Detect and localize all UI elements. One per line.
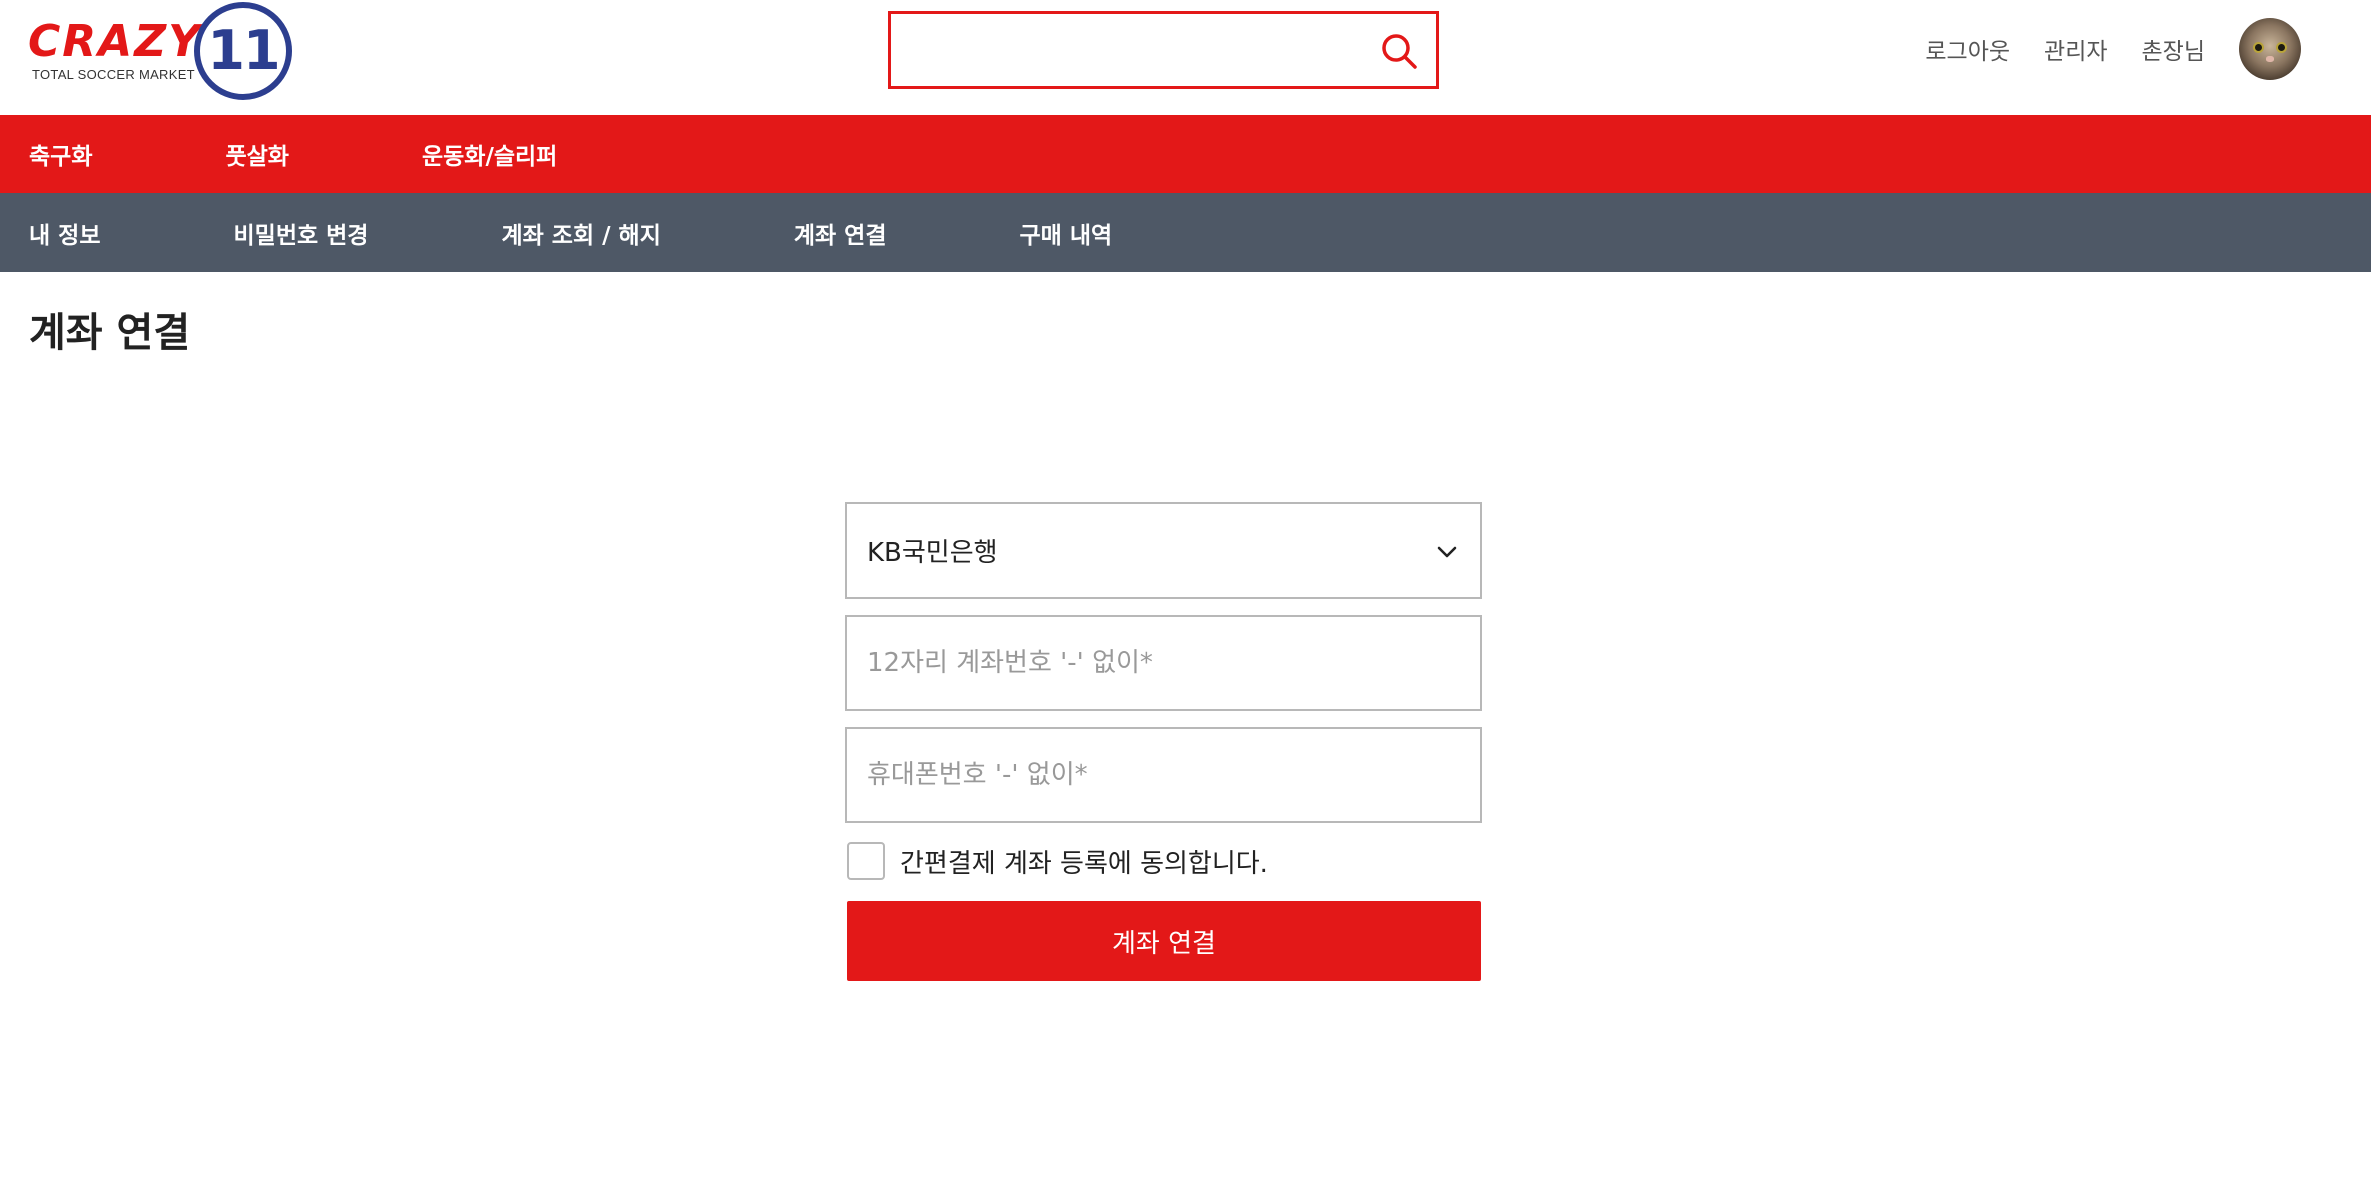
link-account-button[interactable]: 계좌 연결 [847, 901, 1481, 981]
category-item-sneakers-slippers[interactable]: 운동화/슬리퍼 [422, 137, 557, 171]
phone-number-input[interactable] [847, 729, 1480, 821]
user-menu: 로그아웃 관리자 촌장님 [1925, 16, 2301, 82]
account-number-field-wrapper [845, 615, 1482, 711]
search-input[interactable] [891, 14, 1361, 86]
category-item-soccer-shoes[interactable]: 축구화 [29, 137, 92, 171]
search-box [888, 11, 1439, 89]
avatar-eye-right [2276, 42, 2287, 53]
logo-tagline: TOTAL SOCCER MARKET [32, 67, 195, 82]
account-nav-purchase-history[interactable]: 구매 내역 [1020, 216, 1113, 250]
category-item-futsal-shoes[interactable]: 풋살화 [225, 137, 288, 171]
agree-row: 간편결제 계좌 등록에 동의합니다. [845, 841, 1482, 881]
username-link[interactable]: 촌장님 [2142, 32, 2205, 66]
site-header: CRAZY TOTAL SOCCER MARKET 11 로그아웃 관리자 촌장… [0, 0, 2371, 115]
page-title: 계좌 연결 [29, 310, 191, 356]
account-nav-my-info[interactable]: 내 정보 [29, 216, 101, 250]
account-nav: 내 정보 비밀번호 변경 계좌 조회 / 해지 계좌 연결 구매 내역 [0, 193, 2371, 272]
account-nav-link-account[interactable]: 계좌 연결 [794, 216, 887, 250]
agree-checkbox[interactable] [847, 842, 885, 880]
avatar[interactable] [2239, 18, 2301, 80]
account-nav-account-lookup[interactable]: 계좌 조회 / 해지 [501, 216, 660, 250]
site-logo[interactable]: CRAZY TOTAL SOCCER MARKET 11 [28, 0, 298, 102]
logo-wordmark: CRAZY [28, 16, 202, 67]
link-account-form: KB국민은행 간편결제 계좌 등록에 동의합니다. 계좌 연결 [845, 502, 1482, 981]
logo-number: 11 [207, 19, 280, 82]
search-icon[interactable] [1380, 32, 1418, 70]
bank-select-value: KB국민은행 [867, 538, 998, 568]
bank-select[interactable]: KB국민은행 [845, 502, 1482, 599]
chevron-down-icon [1437, 546, 1457, 558]
logout-link[interactable]: 로그아웃 [1925, 32, 2010, 66]
account-nav-change-password[interactable]: 비밀번호 변경 [234, 216, 369, 250]
admin-link[interactable]: 관리자 [2044, 32, 2107, 66]
avatar-eye-left [2253, 42, 2264, 53]
logo-badge: 11 [194, 2, 292, 100]
avatar-nose [2266, 56, 2274, 62]
phone-number-field-wrapper [845, 727, 1482, 823]
category-nav: 축구화 풋살화 운동화/슬리퍼 [0, 115, 2371, 193]
account-number-input[interactable] [847, 617, 1480, 709]
agree-label[interactable]: 간편결제 계좌 등록에 동의합니다. [900, 843, 1268, 880]
